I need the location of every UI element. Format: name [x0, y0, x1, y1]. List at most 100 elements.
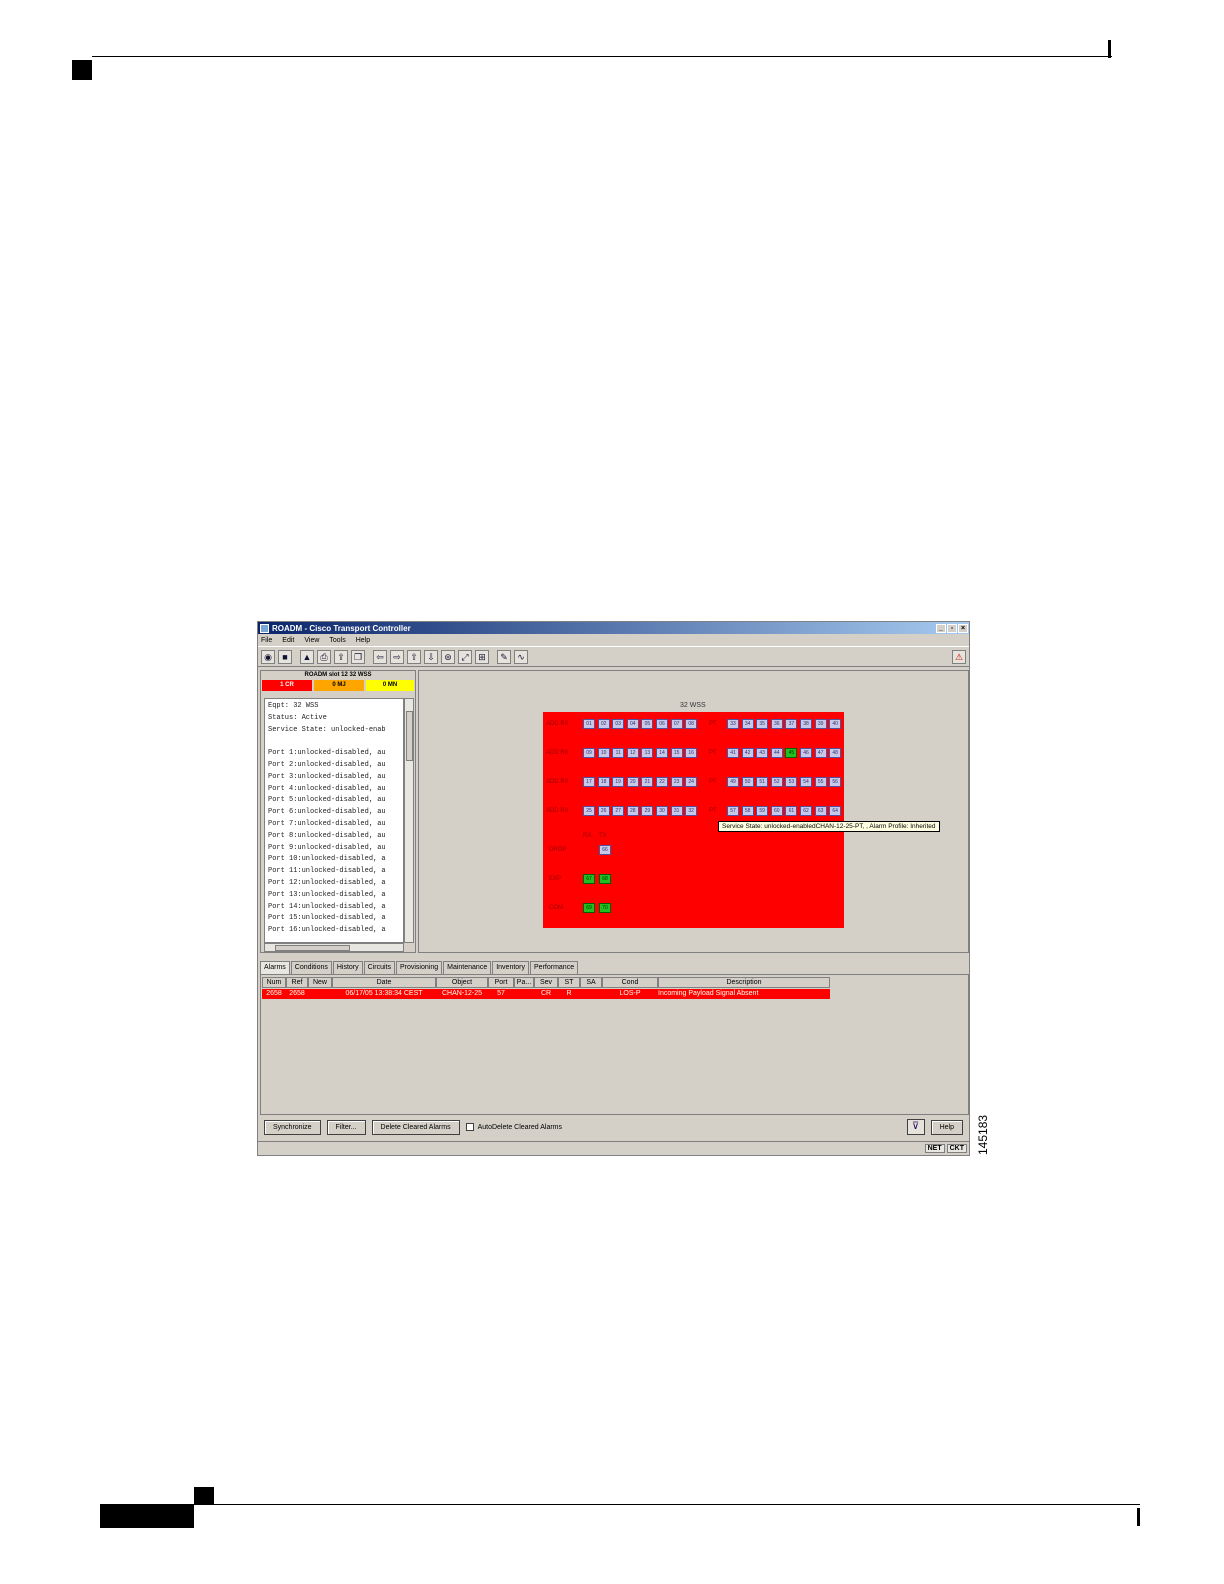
scroll-thumb[interactable] [406, 711, 413, 761]
port-20[interactable]: 20 [626, 777, 639, 787]
menu-edit[interactable]: Edit [282, 637, 294, 644]
port-49[interactable]: 49 [727, 777, 739, 787]
forward-arrow-icon[interactable]: ⇨ [390, 649, 404, 664]
port-27[interactable]: 27 [612, 806, 625, 816]
scroll-thumb[interactable] [275, 945, 350, 951]
port-68[interactable]: 68 [599, 874, 611, 884]
port-25[interactable]: 25 [583, 806, 595, 816]
column-header[interactable]: New [308, 977, 332, 988]
port-52[interactable]: 52 [770, 777, 783, 787]
edit-icon[interactable]: ✎ [497, 649, 511, 664]
port-46[interactable]: 46 [800, 748, 812, 758]
port-43[interactable]: 43 [756, 748, 769, 758]
port-26[interactable]: 26 [597, 806, 610, 816]
port-64[interactable]: 64 [829, 806, 842, 816]
port-50[interactable]: 50 [741, 777, 754, 787]
port-59[interactable]: 59 [756, 806, 769, 816]
autodelete-checkbox[interactable]: AutoDelete Cleared Alarms [465, 1123, 562, 1131]
port-16[interactable]: 16 [685, 748, 698, 758]
maximize-icon[interactable]: ▫ [947, 623, 957, 633]
port-10[interactable]: 10 [597, 748, 610, 758]
stop-icon[interactable]: ■ [278, 649, 292, 664]
synchronize-button[interactable]: Synchronize [264, 1119, 321, 1135]
export-icon[interactable]: ⇪ [334, 649, 348, 664]
port-24[interactable]: 24 [685, 777, 698, 787]
table-row[interactable]: 2658 2658 06/17/05 13:38:34 CEST CHAN-12-25… [262, 989, 830, 999]
port-55[interactable]: 55 [814, 777, 827, 787]
card-graphic[interactable]: ADD RX 01 02 03 04 05 06 07 08 PT 33 34 35 36 37 38 39 40… [543, 712, 844, 928]
port-07[interactable]: 07 [670, 719, 683, 729]
vertical-scrollbar[interactable] [404, 698, 414, 943]
minimize-icon[interactable]: _ [936, 623, 946, 633]
card-info-text[interactable]: Eqpt: 32 WSS Status: Active Service State:… [264, 698, 404, 943]
tab-circuits[interactable]: Circuits [363, 961, 395, 974]
port-28[interactable]: 28 [626, 806, 639, 816]
port-23[interactable]: 23 [670, 777, 683, 787]
port-32[interactable]: 32 [685, 806, 698, 816]
port-04[interactable]: 04 [626, 719, 639, 729]
menu-help[interactable]: Help [356, 637, 370, 644]
print-icon[interactable]: ⎙ [317, 649, 331, 664]
column-header[interactable]: Port [488, 977, 514, 988]
port-34[interactable]: 34 [741, 719, 754, 729]
filter-icon[interactable]: ⊽ [906, 1119, 925, 1135]
port-30[interactable]: 30 [656, 806, 668, 816]
port-17[interactable]: 17 [583, 777, 595, 787]
port-60[interactable]: 60 [770, 806, 783, 816]
port-02[interactable]: 02 [597, 719, 610, 729]
tab-maintenance[interactable]: Maintenance [443, 961, 492, 974]
port-53[interactable]: 53 [785, 777, 798, 787]
down-arrow-icon[interactable]: ⇩ [424, 649, 438, 664]
network-view-icon[interactable]: ⊛ [441, 649, 455, 664]
port-56[interactable]: 56 [829, 777, 842, 787]
port-22[interactable]: 22 [656, 777, 668, 787]
tab-inventory[interactable]: Inventory [492, 961, 530, 974]
column-header[interactable]: Description [658, 977, 830, 988]
lock-icon[interactable]: ▲ [300, 649, 314, 664]
port-05[interactable]: 05 [641, 719, 654, 729]
port-18[interactable]: 18 [597, 777, 610, 787]
node-view-icon[interactable]: ⊞ [475, 649, 489, 664]
port-38[interactable]: 38 [800, 719, 812, 729]
port-15[interactable]: 15 [670, 748, 683, 758]
delete-cleared-alarms-button[interactable]: Delete Cleared Alarms [371, 1119, 460, 1135]
tab-performance[interactable]: Performance [530, 961, 579, 974]
port-47[interactable]: 47 [814, 748, 827, 758]
port-63[interactable]: 63 [814, 806, 827, 816]
close-icon[interactable]: × [958, 623, 968, 633]
port-42[interactable]: 42 [741, 748, 754, 758]
port-51[interactable]: 51 [756, 777, 769, 787]
menu-file[interactable]: File [261, 637, 272, 644]
port-62[interactable]: 62 [800, 806, 812, 816]
port-08[interactable]: 08 [685, 719, 698, 729]
column-header[interactable]: Pa... [514, 977, 534, 988]
port-11[interactable]: 11 [612, 748, 625, 758]
port-61[interactable]: 61 [785, 806, 798, 816]
tab-conditions[interactable]: Conditions [290, 961, 332, 974]
port-41[interactable]: 41 [727, 748, 739, 758]
menu-tools[interactable]: Tools [329, 637, 345, 644]
port-58[interactable]: 58 [741, 806, 754, 816]
filter-button[interactable]: Filter... [326, 1119, 366, 1135]
port-67[interactable]: 67 [583, 874, 595, 884]
expand-icon[interactable]: ⤢ [458, 649, 472, 664]
port-14[interactable]: 14 [656, 748, 668, 758]
port-01[interactable]: 01 [583, 719, 595, 729]
port-48[interactable]: 48 [829, 748, 842, 758]
column-header[interactable]: Sev [534, 977, 558, 988]
horizontal-scrollbar[interactable] [264, 943, 404, 952]
port-70[interactable]: 70 [599, 903, 611, 913]
column-header[interactable]: Ref [286, 977, 308, 988]
port-13[interactable]: 13 [641, 748, 654, 758]
port-45[interactable]: 45 [785, 748, 798, 758]
port-21[interactable]: 21 [641, 777, 654, 787]
port-39[interactable]: 39 [814, 719, 827, 729]
column-header[interactable]: ST [558, 977, 580, 988]
column-header[interactable]: Object [436, 977, 488, 988]
port-36[interactable]: 36 [770, 719, 783, 729]
up-arrow-icon[interactable]: ⇧ [407, 649, 421, 664]
port-03[interactable]: 03 [612, 719, 625, 729]
port-35[interactable]: 35 [756, 719, 769, 729]
port-12[interactable]: 12 [626, 748, 639, 758]
help-button[interactable]: Help [930, 1119, 963, 1135]
